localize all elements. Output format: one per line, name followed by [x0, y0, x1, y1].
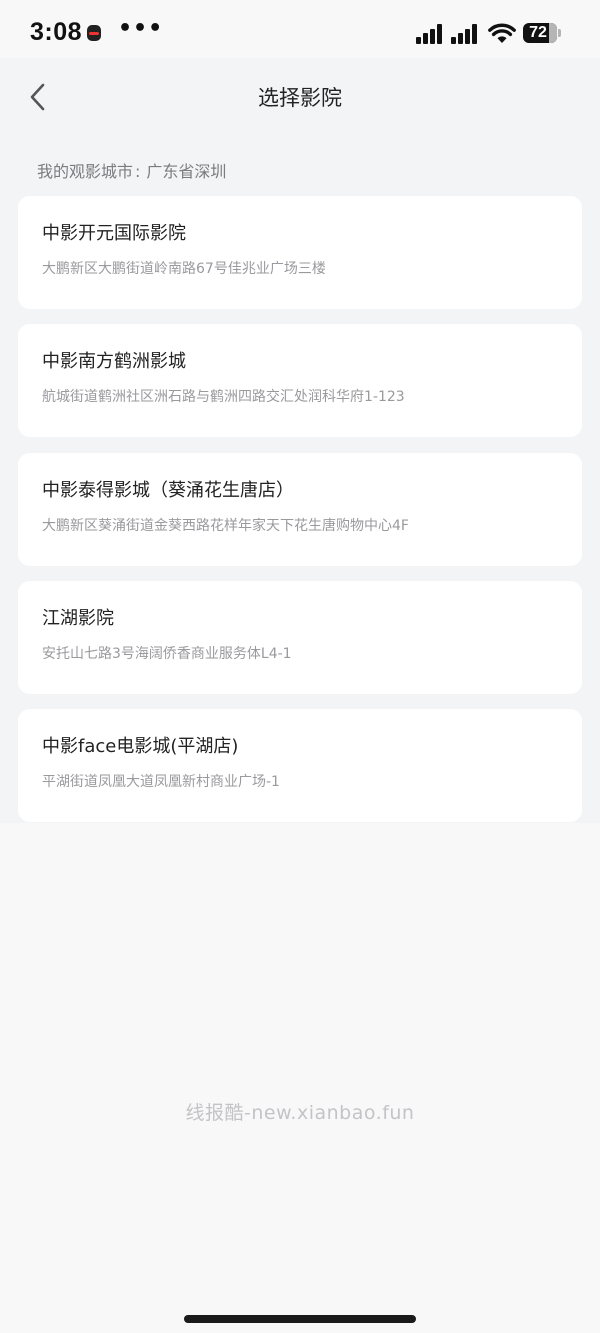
cellular-signal-icon — [416, 24, 442, 44]
watermark-text: 线报酷-new.xianbao.fun — [185, 1102, 415, 1124]
status-time: 3:08 — [30, 18, 83, 46]
status-bar: 3:08 ••• 72 — [0, 0, 600, 58]
cinema-name: 中影face电影城(平湖店) — [42, 736, 239, 757]
cinema-card[interactable]: 中影face电影城(平湖店) 平湖街道凤凰大道凤凰新村商业广场-1 — [18, 709, 582, 822]
cinema-name: 江湖影院 — [42, 608, 114, 629]
battery-icon: 72 — [523, 23, 557, 43]
battery-nub — [558, 29, 561, 37]
page-title: 选择影院 — [258, 86, 342, 110]
app-notification-icon — [87, 25, 101, 41]
cinema-name: 中影开元国际影院 — [42, 223, 186, 244]
city-separator: : — [135, 162, 141, 181]
cellular-signal-2-icon — [451, 24, 477, 44]
city-value: 广东省深圳 — [146, 162, 227, 181]
back-button[interactable] — [22, 80, 52, 114]
home-indicator[interactable] — [184, 1315, 416, 1323]
city-info: 我的观影城市: 广东省深圳 — [37, 158, 226, 182]
cinema-address: 大鹏新区大鹏街道岭南路67号佳兆业广场三楼 — [42, 261, 326, 277]
city-label: 我的观影城市 — [37, 162, 134, 181]
chevron-left-icon — [30, 83, 45, 111]
cinema-address: 平湖街道凤凰大道凤凰新村商业广场-1 — [42, 774, 280, 790]
cinema-card[interactable]: 中影开元国际影院 大鹏新区大鹏街道岭南路67号佳兆业广场三楼 — [18, 196, 582, 309]
cinema-card[interactable]: 江湖影院 安托山七路3号海阔侨香商业服务体L4-1 — [18, 581, 582, 694]
cinema-card[interactable]: 中影泰得影城（葵涌花生唐店） 大鹏新区葵涌街道金葵西路花样年家天下花生唐购物中心… — [18, 453, 582, 566]
cinema-address: 航城街道鹤洲社区洲石路与鹤洲四路交汇处润科华府1-123 — [42, 389, 405, 405]
more-dots-icon: ••• — [118, 16, 164, 41]
battery-level: 72 — [529, 24, 547, 41]
cinema-address: 安托山七路3号海阔侨香商业服务体L4-1 — [42, 646, 292, 662]
cinema-name: 中影泰得影城（葵涌花生唐店） — [42, 480, 294, 501]
wifi-icon — [488, 23, 516, 43]
cinema-name: 中影南方鹤洲影城 — [42, 351, 186, 372]
cinema-address: 大鹏新区葵涌街道金葵西路花样年家天下花生唐购物中心4F — [42, 518, 409, 534]
cinema-card[interactable]: 中影南方鹤洲影城 航城街道鹤洲社区洲石路与鹤洲四路交汇处润科华府1-123 — [18, 324, 582, 437]
